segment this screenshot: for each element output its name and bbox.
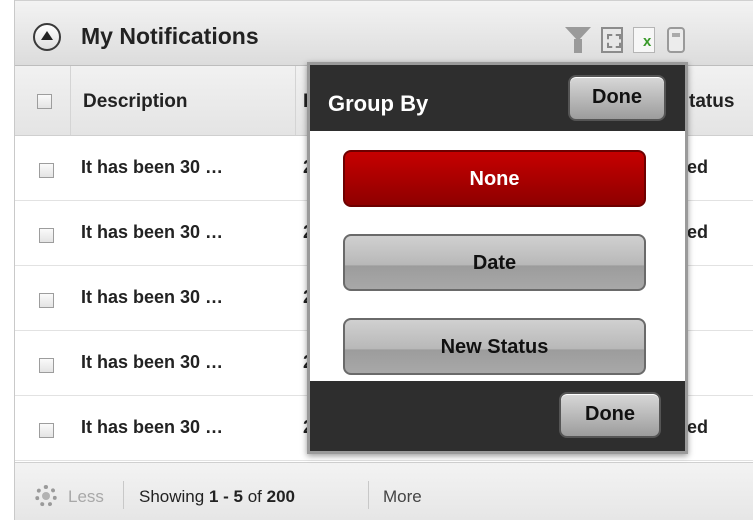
column-divider <box>70 66 71 135</box>
done-button-top[interactable]: Done <box>568 75 666 121</box>
table-footer: Less Showing 1 - 5 of 200 More <box>15 462 753 520</box>
pagination-summary: Showing 1 - 5 of 200 <box>139 487 295 507</box>
row-description: It has been 30 … <box>81 222 224 242</box>
group-by-popup: Group By Done None Date New Status Done <box>307 62 688 454</box>
excel-export-icon[interactable] <box>633 27 655 53</box>
gear-icon[interactable] <box>35 485 57 507</box>
select-columns-icon[interactable] <box>601 27 623 53</box>
row-description: It has been 30 … <box>81 287 224 307</box>
of-label: of <box>247 487 262 506</box>
row-description: It has been 30 … <box>81 157 224 177</box>
total-count: 200 <box>266 487 296 506</box>
panel-header: My Notifications <box>15 0 753 66</box>
calculator-icon[interactable] <box>667 27 685 53</box>
page-range: 1 - 5 <box>208 487 243 506</box>
footer-divider <box>368 481 369 509</box>
group-by-title: Group By <box>328 91 429 116</box>
group-option-new-status[interactable]: New Status <box>343 318 646 375</box>
group-by-options: None Date New Status <box>310 131 685 381</box>
column-header-description[interactable]: Description <box>83 91 188 113</box>
column-header-status[interactable]: tatus <box>689 91 734 113</box>
collapse-icon[interactable] <box>33 23 61 51</box>
more-link[interactable]: More <box>383 487 422 507</box>
row-checkbox[interactable] <box>39 423 54 438</box>
row-checkbox[interactable] <box>39 228 54 243</box>
done-button-bottom[interactable]: Done <box>559 392 661 438</box>
row-description: It has been 30 … <box>81 417 224 437</box>
footer-divider <box>123 481 124 509</box>
less-link[interactable]: Less <box>68 487 104 507</box>
panel-title: My Notifications <box>81 23 259 49</box>
row-checkbox[interactable] <box>39 163 54 178</box>
group-option-date[interactable]: Date <box>343 234 646 291</box>
group-option-none[interactable]: None <box>343 150 646 207</box>
row-description: It has been 30 … <box>81 352 224 372</box>
column-divider <box>295 66 296 135</box>
select-all-checkbox[interactable] <box>37 94 52 109</box>
row-checkbox[interactable] <box>39 358 54 373</box>
row-checkbox[interactable] <box>39 293 54 308</box>
showing-label: Showing <box>139 487 205 506</box>
filter-icon-stem <box>574 39 582 53</box>
